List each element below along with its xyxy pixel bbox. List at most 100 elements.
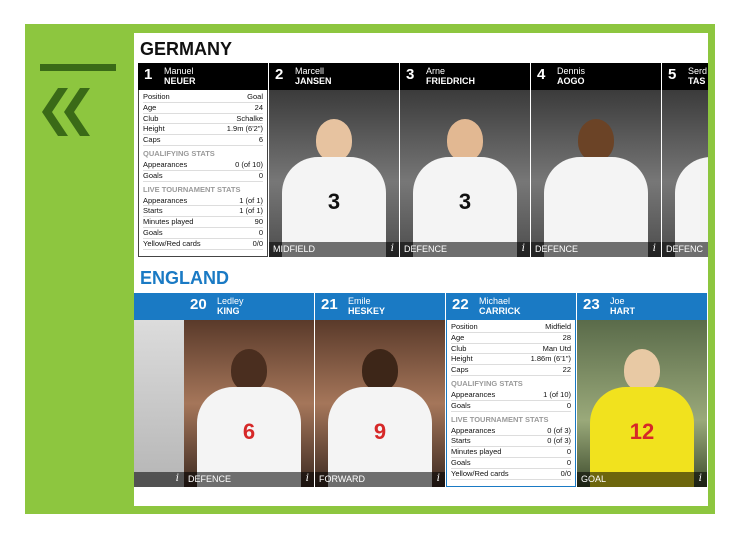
player-card[interactable]: 21 Emile HESKEY 9 FORWARD i bbox=[315, 293, 445, 487]
position-bar: MIDFIELD i bbox=[269, 242, 399, 257]
first-name: Manuel bbox=[164, 66, 194, 76]
player-number: 21 bbox=[321, 296, 338, 313]
player-card-carrick[interactable]: 22 Michael CARRICK Position Midfield Age 28… bbox=[446, 293, 576, 487]
stat-key: Goals bbox=[451, 457, 471, 467]
player-card[interactable]: 5 Serd TAS DEFENC i bbox=[662, 63, 708, 257]
stat-key: Height bbox=[451, 354, 473, 364]
info-icon[interactable]: i bbox=[306, 473, 309, 484]
position-bar: DEFENCE i bbox=[184, 472, 314, 487]
stat-row: Position Goal bbox=[143, 92, 263, 103]
card-header: 4 Dennis AOGO bbox=[531, 63, 661, 90]
stat-row: Starts 0 (of 3) bbox=[451, 436, 571, 448]
position-label: MIDFIELD bbox=[273, 244, 316, 254]
info-icon[interactable]: i bbox=[176, 473, 179, 484]
player-head bbox=[624, 349, 660, 391]
kit-number: 6 bbox=[242, 419, 256, 444]
stat-row: Appearances 0 (of 10) bbox=[143, 160, 263, 171]
stat-row: Appearances 1 (of 1) bbox=[143, 196, 263, 207]
stat-value: 28 bbox=[562, 332, 571, 342]
card-header: 3 Arne FRIEDRICH bbox=[400, 63, 530, 90]
stat-row: Minutes played 0 bbox=[451, 447, 571, 458]
stat-row: Appearances 1 (of 10) bbox=[451, 390, 571, 401]
player-head bbox=[578, 119, 614, 161]
stat-value: 0 (of 3) bbox=[547, 436, 571, 446]
stat-value: 0 (of 10) bbox=[235, 159, 263, 169]
info-icon[interactable]: i bbox=[699, 473, 702, 484]
stat-key: Caps bbox=[451, 365, 469, 375]
info-icon[interactable]: i bbox=[653, 243, 656, 254]
stat-value: 0 bbox=[566, 447, 571, 457]
stat-value: 0 (of 3) bbox=[547, 425, 571, 435]
qualifying-stats-heading: QUALIFYING STATS bbox=[143, 148, 215, 158]
last-name: HART bbox=[610, 306, 635, 316]
player-card-partial[interactable]: i bbox=[134, 293, 184, 487]
player-photo: 3 bbox=[269, 90, 399, 257]
player-figure: 9 bbox=[328, 349, 432, 487]
stat-row: Appearances 0 (of 3) bbox=[451, 426, 571, 437]
player-number: 2 bbox=[275, 66, 284, 83]
stat-value: 0 bbox=[258, 170, 263, 180]
stats-panel: Position Midfield Age 28 Club Man Utd Height 1.… bbox=[446, 320, 576, 487]
player-card[interactable]: 20 Ledley KING 6 DEFENCE i bbox=[184, 293, 314, 487]
player-number: 4 bbox=[537, 66, 546, 83]
player-photo bbox=[134, 320, 184, 487]
position-bar: DEFENCE i bbox=[400, 242, 530, 257]
player-number: 20 bbox=[190, 296, 207, 313]
player-head bbox=[231, 349, 267, 391]
stat-value: 6 bbox=[258, 135, 263, 145]
germany-row: 1 Manuel NEUER Position Goal Age 24 Club Scha… bbox=[134, 63, 708, 257]
first-name: Arne bbox=[426, 66, 446, 76]
position-bar: FORWARD i bbox=[315, 472, 445, 487]
stats-panel: Position Goal Age 24 Club Schalke Height 1.9m (… bbox=[138, 90, 268, 257]
stat-value: 1.86m (6'1") bbox=[530, 354, 571, 364]
last-name: AOGO bbox=[557, 76, 585, 86]
kit-number: 3 bbox=[327, 189, 341, 214]
stat-key: Goals bbox=[451, 400, 471, 410]
first-name: Marcell bbox=[295, 66, 325, 76]
first-name: Emile bbox=[348, 296, 371, 306]
stat-row: Age 28 bbox=[451, 333, 571, 344]
player-card[interactable]: 4 Dennis AOGO DEFENCE i bbox=[531, 63, 661, 257]
stat-value: 22 bbox=[562, 365, 571, 375]
stat-key: Position bbox=[143, 92, 170, 101]
stat-value: Midfield bbox=[545, 322, 571, 331]
info-icon[interactable]: i bbox=[391, 243, 394, 254]
player-card[interactable]: 3 Arne FRIEDRICH 3 DEFENCE i bbox=[400, 63, 530, 257]
player-card-hart[interactable]: 23 Joe HART 12 GOAL i bbox=[577, 293, 707, 487]
position-label: DEFENC bbox=[666, 244, 704, 254]
stat-row: Position Midfield bbox=[451, 322, 571, 333]
stat-row: Height 1.9m (6'2") bbox=[143, 124, 263, 136]
card-header: 5 Serd TAS bbox=[662, 63, 708, 90]
england-row: i 20 Ledley KING 6 DEFENCE i 21 Emile HE… bbox=[134, 293, 708, 487]
position-label: DEFENCE bbox=[188, 474, 232, 484]
stat-key: Appearances bbox=[451, 389, 496, 399]
stat-value: Schalke bbox=[236, 113, 263, 123]
back-button[interactable] bbox=[38, 86, 100, 138]
position-label: FORWARD bbox=[319, 474, 365, 484]
stat-key: Caps bbox=[143, 135, 161, 145]
last-name: TAS bbox=[688, 76, 706, 86]
card-header: 21 Emile HESKEY bbox=[315, 293, 445, 320]
stat-value: 24 bbox=[254, 102, 263, 112]
stat-key: Minutes played bbox=[143, 217, 194, 227]
info-icon[interactable]: i bbox=[437, 473, 440, 484]
first-name: Joe bbox=[610, 296, 625, 306]
stat-value: Man Utd bbox=[542, 343, 571, 353]
player-card-neuer[interactable]: 1 Manuel NEUER Position Goal Age 24 Club Scha… bbox=[138, 63, 268, 257]
player-figure bbox=[544, 119, 648, 257]
live-stats-heading: LIVE TOURNAMENT STATS bbox=[143, 184, 241, 194]
player-card[interactable]: 2 Marcell JANSEN 3 MIDFIELD i bbox=[269, 63, 399, 257]
player-figure: 6 bbox=[197, 349, 301, 487]
position-bar: i bbox=[134, 472, 184, 487]
stat-row: Goals 0 bbox=[143, 171, 263, 182]
stat-key: Minutes played bbox=[451, 447, 502, 457]
stat-value: 0 bbox=[566, 400, 571, 410]
stat-value: 90 bbox=[254, 217, 263, 227]
stat-key: Starts bbox=[451, 436, 471, 446]
stat-key: Goals bbox=[143, 170, 163, 180]
player-figure: 3 bbox=[282, 119, 386, 257]
stat-row: Caps 22 bbox=[451, 365, 571, 376]
stat-key: Goals bbox=[143, 227, 163, 237]
stat-row: Club Schalke bbox=[143, 114, 263, 125]
info-icon[interactable]: i bbox=[522, 243, 525, 254]
